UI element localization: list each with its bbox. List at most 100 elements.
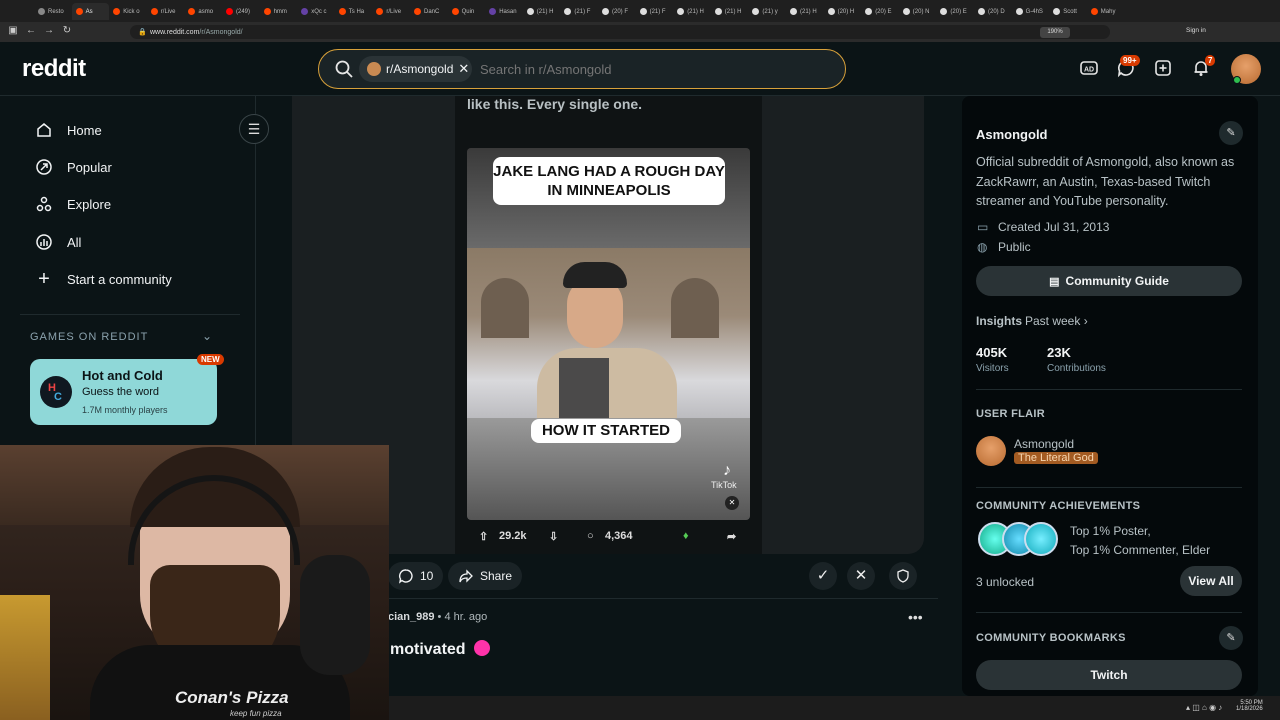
reddit-logo[interactable]: reddit — [22, 55, 86, 83]
browser-tab[interactable]: (20) E — [861, 3, 898, 20]
bookmarks-heading: COMMUNITY BOOKMARKS — [976, 632, 1126, 644]
browser-tab[interactable]: (21) H — [673, 3, 710, 20]
browser-tab[interactable]: (21) y — [748, 3, 785, 20]
browser-tab[interactable]: r/Live — [147, 3, 184, 20]
share-arrow-icon — [459, 569, 473, 583]
subreddit-search-chip[interactable]: r/Asmongold ✕ — [359, 56, 472, 82]
tab-favicon-icon — [226, 8, 233, 15]
tab-label: (249) — [236, 8, 251, 15]
edit-icon[interactable]: ✎ — [1219, 121, 1243, 145]
games-heading[interactable]: GAMES ON REDDIT — [30, 331, 148, 343]
sidebar-item-label: Popular — [67, 159, 112, 175]
comment-text: motivated — [390, 640, 491, 659]
browser-tab[interactable]: (21) H — [711, 3, 748, 20]
tab-favicon-icon — [978, 8, 985, 15]
browser-tab[interactable]: Hasan — [485, 3, 522, 20]
tab-label: (21) F — [649, 8, 666, 15]
browser-tab[interactable]: Resto — [34, 3, 71, 20]
advertise-icon[interactable]: AD — [1078, 58, 1100, 80]
insights-range[interactable]: Past week › — [1025, 314, 1088, 328]
browser-tab[interactable]: (21) H — [523, 3, 560, 20]
browser-tab[interactable]: DanC — [410, 3, 447, 20]
mod-shield-icon[interactable] — [889, 562, 917, 590]
comment-body: motivated — [390, 641, 466, 658]
comment-icon[interactable]: ○ — [587, 530, 594, 542]
browser-tab[interactable]: xQc c — [297, 3, 334, 20]
sidebar-item-home[interactable]: Home — [35, 118, 102, 142]
more-options-icon[interactable]: ••• — [908, 609, 923, 625]
view-all-button[interactable]: View All — [1180, 566, 1242, 596]
forward-icon[interactable]: → — [42, 24, 56, 38]
mute-icon[interactable]: ✕ — [725, 496, 739, 510]
sidebar-toggle-icon[interactable]: ▣ — [6, 24, 20, 38]
address-bar[interactable]: 🔒 www.reddit.com/r/Asmongold/ — [130, 25, 1110, 39]
tab-label: Resto — [48, 8, 64, 15]
browser-tab[interactable]: (20) N — [899, 3, 936, 20]
tab-label: (21) y — [762, 8, 778, 15]
divider — [976, 612, 1242, 613]
browser-tab[interactable]: Mahy — [1087, 3, 1124, 20]
post-title: like this. Every single one. — [467, 96, 643, 112]
reload-icon[interactable]: ↻ — [60, 24, 74, 38]
browser-tab[interactable]: (21) F — [636, 3, 673, 20]
subreddit-avatar-icon — [367, 62, 381, 76]
browser-tab[interactable]: As — [71, 3, 109, 20]
browser-tab[interactable]: G-4hS — [1012, 3, 1049, 20]
microphone-icon — [300, 555, 370, 675]
tab-favicon-icon — [376, 8, 384, 15]
tab-favicon-icon — [38, 8, 45, 15]
approve-icon[interactable]: ✓ — [809, 562, 837, 590]
share-icon[interactable]: ➦ — [727, 530, 736, 543]
taskbar-clock[interactable]: 5:50 PM 1/18/2026 — [1236, 700, 1263, 712]
browser-tab[interactable]: hmm — [260, 3, 297, 20]
insights-label: Insights — [976, 314, 1023, 328]
back-icon[interactable]: ← — [24, 24, 38, 38]
award-icon[interactable]: ♦ — [683, 530, 689, 542]
tab-favicon-icon — [113, 8, 121, 15]
video-player[interactable]: JAKE LANG HAD A ROUGH DAY IN MINNEAPOLIS… — [467, 148, 750, 520]
community-guide-button[interactable]: ▤ Community Guide — [976, 266, 1242, 296]
upvote-icon[interactable]: ⇧ — [479, 530, 488, 543]
remove-icon[interactable]: ✕ — [847, 562, 875, 590]
browser-tab[interactable]: Ts Ha — [335, 3, 372, 20]
search-input[interactable] — [480, 58, 820, 80]
sidebar-item-start-community[interactable]: + Start a community — [35, 267, 172, 291]
browser-tab[interactable]: (20) F — [598, 3, 635, 20]
svg-text:AD: AD — [1084, 67, 1094, 74]
close-icon[interactable]: ✕ — [458, 61, 469, 77]
bookmark-twitch-button[interactable]: Twitch — [976, 660, 1242, 690]
sidebar-item-popular[interactable]: Popular — [35, 155, 112, 179]
edit-icon[interactable]: ✎ — [1219, 626, 1243, 650]
webcam-shelf-items — [0, 595, 50, 720]
browser-tab[interactable]: r/Live — [372, 3, 409, 20]
comments-button[interactable]: 10 — [388, 562, 444, 590]
browser-tab[interactable]: (20) H — [824, 3, 861, 20]
browser-tab[interactable]: Scott — [1049, 3, 1086, 20]
signin-link[interactable]: Sign in — [1186, 27, 1206, 34]
browser-tab[interactable]: (249) — [222, 3, 259, 20]
downvote-icon[interactable]: ⇩ — [549, 530, 558, 543]
browser-tab[interactable]: asmo — [184, 3, 221, 20]
menu-toggle-icon[interactable]: ☰ — [239, 114, 269, 144]
tab-favicon-icon — [639, 8, 647, 15]
browser-tab[interactable]: (20) E — [936, 3, 973, 20]
browser-tab[interactable]: Kick o — [109, 3, 146, 20]
chevron-down-icon[interactable]: ⌄ — [202, 329, 212, 343]
sidebar-item-explore[interactable]: Explore — [35, 192, 111, 216]
create-post-icon[interactable] — [1152, 58, 1174, 80]
tab-favicon-icon — [301, 8, 309, 15]
zoom-indicator[interactable]: 190% — [1040, 27, 1070, 38]
system-tray-icons[interactable]: ▴ ◫ ⌂ ◉ ♪ — [1186, 703, 1222, 712]
tab-favicon-icon — [1015, 8, 1023, 15]
comments-count: 10 — [420, 569, 434, 583]
browser-tab[interactable]: (21) H — [786, 3, 823, 20]
browser-tab[interactable]: (21) F — [560, 3, 597, 20]
comment-author[interactable]: cian_989 — [388, 611, 434, 623]
flair-tag[interactable]: The Literal God — [1014, 452, 1098, 464]
sidebar-item-all[interactable]: All — [35, 230, 81, 254]
tab-favicon-icon — [451, 8, 459, 15]
browser-tab[interactable]: Quin — [448, 3, 485, 20]
cake-icon: ▭ — [977, 220, 989, 234]
share-button[interactable]: Share — [448, 562, 523, 590]
browser-tab[interactable]: (20) D — [974, 3, 1011, 20]
